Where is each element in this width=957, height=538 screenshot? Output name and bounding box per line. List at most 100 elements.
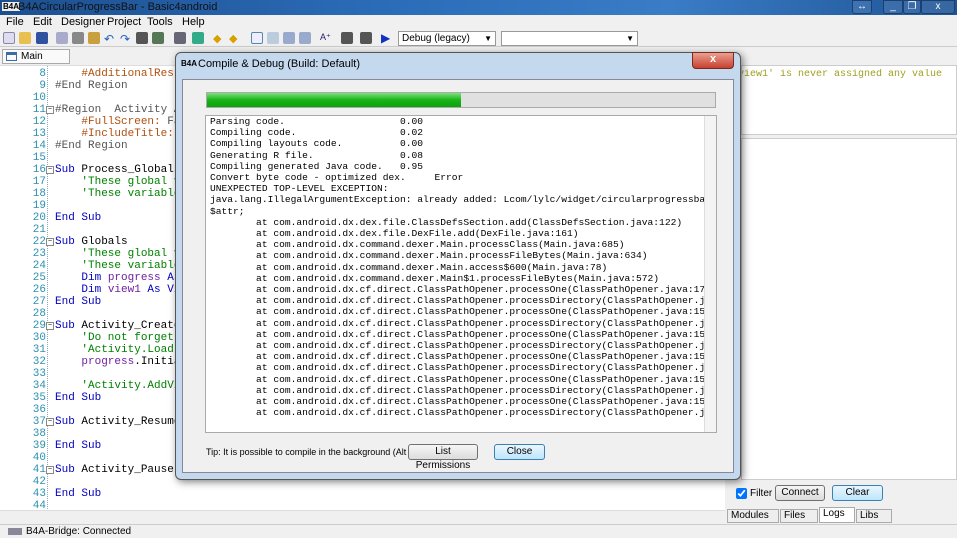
dialog-close-icon[interactable]: x bbox=[692, 52, 734, 69]
tab-main[interactable]: Main bbox=[2, 49, 70, 64]
bridge-icon bbox=[8, 528, 22, 535]
log-scrollbar[interactable] bbox=[704, 116, 716, 432]
line-number: 29 bbox=[32, 320, 46, 332]
designer-icon[interactable] bbox=[251, 32, 263, 44]
fold-toggle-icon[interactable]: − bbox=[46, 106, 54, 114]
line-number: 20 bbox=[32, 212, 46, 224]
code-token: Sub bbox=[55, 416, 82, 428]
copy-icon[interactable] bbox=[56, 32, 68, 44]
horizontal-scrollbar[interactable] bbox=[0, 510, 725, 524]
line-number: 14 bbox=[32, 140, 46, 152]
warning-text: Variable 'view1' is never assigned any v… bbox=[742, 69, 942, 80]
log-line: at com.android.dx.cf.direct.ClassPathOpe… bbox=[210, 373, 717, 385]
line-number: 34 bbox=[32, 380, 46, 392]
log-line: at com.android.dx.command.dexer.Main.pro… bbox=[210, 250, 648, 262]
log-line: at com.android.dx.cf.direct.ClassPathOpe… bbox=[210, 384, 717, 396]
list-permissions-button[interactable]: List Permissions bbox=[408, 444, 478, 471]
code-text: 'Activity.AddView bbox=[55, 380, 193, 392]
connect-button[interactable]: Connect bbox=[775, 485, 825, 501]
secondary-select[interactable]: ▼ bbox=[501, 31, 638, 46]
warnings-panel: Variable 'view1' is never assigned any v… bbox=[741, 65, 957, 135]
code-token: Sub bbox=[55, 164, 82, 176]
tab-modules[interactable]: Modules bbox=[727, 509, 779, 523]
log-line: at com.android.dx.cf.direct.ClassPathOpe… bbox=[210, 362, 717, 374]
new-file-icon[interactable] bbox=[3, 32, 15, 44]
clear-button[interactable]: Clear bbox=[832, 485, 883, 501]
build-config-select[interactable]: Debug (legacy) ▼ bbox=[398, 31, 496, 46]
undo-icon[interactable]: ↶ bbox=[104, 32, 116, 46]
dialog-title: Compile & Debug (Build: Default) bbox=[198, 58, 361, 70]
code-token: Dim bbox=[55, 272, 108, 284]
line-number: 32 bbox=[32, 356, 46, 368]
find-replace-icon[interactable] bbox=[152, 32, 164, 44]
code-token: #FullScreen: bbox=[55, 116, 168, 128]
comment-icon[interactable] bbox=[192, 32, 204, 44]
fold-toggle-icon[interactable]: − bbox=[46, 466, 54, 474]
code-token: End Sub bbox=[55, 212, 102, 224]
close-button[interactable]: x bbox=[921, 0, 955, 14]
menu-edit[interactable]: Edit bbox=[33, 16, 52, 28]
save-icon[interactable] bbox=[36, 32, 48, 44]
indent-icon[interactable] bbox=[174, 32, 186, 44]
fold-toggle-icon[interactable]: − bbox=[46, 238, 54, 246]
cut-icon[interactable] bbox=[72, 32, 84, 44]
back-icon[interactable]: ◆ bbox=[213, 32, 225, 45]
font-size-icon[interactable]: A⁺ bbox=[320, 32, 332, 44]
paste-icon[interactable] bbox=[88, 32, 100, 44]
line-number: 19 bbox=[32, 200, 46, 212]
fold-toggle-icon[interactable]: − bbox=[46, 322, 54, 330]
tab-libs[interactable]: Libs bbox=[856, 509, 892, 523]
run-icon[interactable]: ▶ bbox=[381, 32, 393, 44]
build-config-value: Debug (legacy) bbox=[402, 33, 470, 44]
code-text: End Sub bbox=[55, 488, 101, 500]
fold-toggle-icon[interactable]: − bbox=[46, 166, 54, 174]
log-line: at com.android.dx.cf.direct.ClassPathOpe… bbox=[210, 396, 717, 408]
find-icon[interactable] bbox=[136, 32, 148, 44]
line-number: 36 bbox=[32, 404, 46, 416]
bookmark-icon[interactable] bbox=[283, 32, 295, 44]
code-text: End Sub bbox=[55, 392, 101, 404]
line-number: 27 bbox=[32, 296, 46, 308]
compile-dialog: B4A Compile & Debug (Build: Default) x P… bbox=[175, 52, 741, 480]
fold-toggle-icon[interactable]: − bbox=[46, 418, 54, 426]
menu-help[interactable]: Help bbox=[182, 16, 205, 28]
log-line: at com.android.dx.command.dexer.Main.acc… bbox=[210, 261, 608, 273]
log-line: at com.android.dx.cf.direct.ClassPathOpe… bbox=[210, 340, 717, 352]
maximize-button[interactable]: ❐ bbox=[903, 0, 921, 14]
menu-file[interactable]: File bbox=[6, 16, 24, 28]
line-number: 42 bbox=[32, 476, 46, 488]
dialog-logo: B4A bbox=[181, 59, 198, 68]
log-line: Generating R file. 0.08 bbox=[210, 149, 424, 161]
line-number: 28 bbox=[32, 308, 46, 320]
filter-checkbox[interactable] bbox=[736, 488, 747, 499]
menu-tools[interactable]: Tools bbox=[147, 16, 173, 28]
menu-designer[interactable]: Designer bbox=[61, 16, 105, 28]
code-text: Sub Activity_Pause (U bbox=[55, 464, 194, 476]
tab-logs-label: Logs bbox=[823, 508, 845, 519]
log-line: java.lang.IllegalArgumentException: alre… bbox=[210, 194, 717, 206]
tab-logs[interactable]: Logs bbox=[819, 507, 855, 523]
code-text: 'These global var bbox=[55, 176, 193, 188]
log-line: Compiling code. 0.02 bbox=[210, 127, 424, 139]
line-number: 13 bbox=[32, 128, 46, 140]
resize-icon[interactable]: ↔ bbox=[852, 0, 872, 14]
code-text: Sub Activity_Resume bbox=[55, 416, 180, 428]
menu-bar: File Edit Designer Project Tools Help bbox=[0, 15, 957, 29]
code-text: End Sub bbox=[55, 296, 101, 308]
tip-text: Tip: It is possible to compile in the ba… bbox=[206, 447, 428, 457]
indent-more-icon[interactable] bbox=[360, 32, 372, 44]
line-number: 15 bbox=[32, 152, 46, 164]
tab-files[interactable]: Files bbox=[780, 509, 818, 523]
menu-project[interactable]: Project bbox=[107, 16, 141, 28]
outdent-icon[interactable] bbox=[341, 32, 353, 44]
bookmark-next-icon[interactable] bbox=[299, 32, 311, 44]
redo-icon[interactable]: ↷ bbox=[120, 32, 132, 46]
forward-icon[interactable]: ◆ bbox=[229, 32, 241, 45]
line-number: 40 bbox=[32, 452, 46, 464]
remove-breakpoint-icon[interactable] bbox=[267, 32, 279, 44]
code-line: 43 End Sub bbox=[0, 488, 725, 500]
dialog-close-button[interactable]: Close bbox=[494, 444, 545, 460]
code-token: progress bbox=[55, 356, 135, 368]
minimize-button[interactable]: _ bbox=[883, 0, 903, 14]
open-icon[interactable] bbox=[19, 32, 31, 44]
